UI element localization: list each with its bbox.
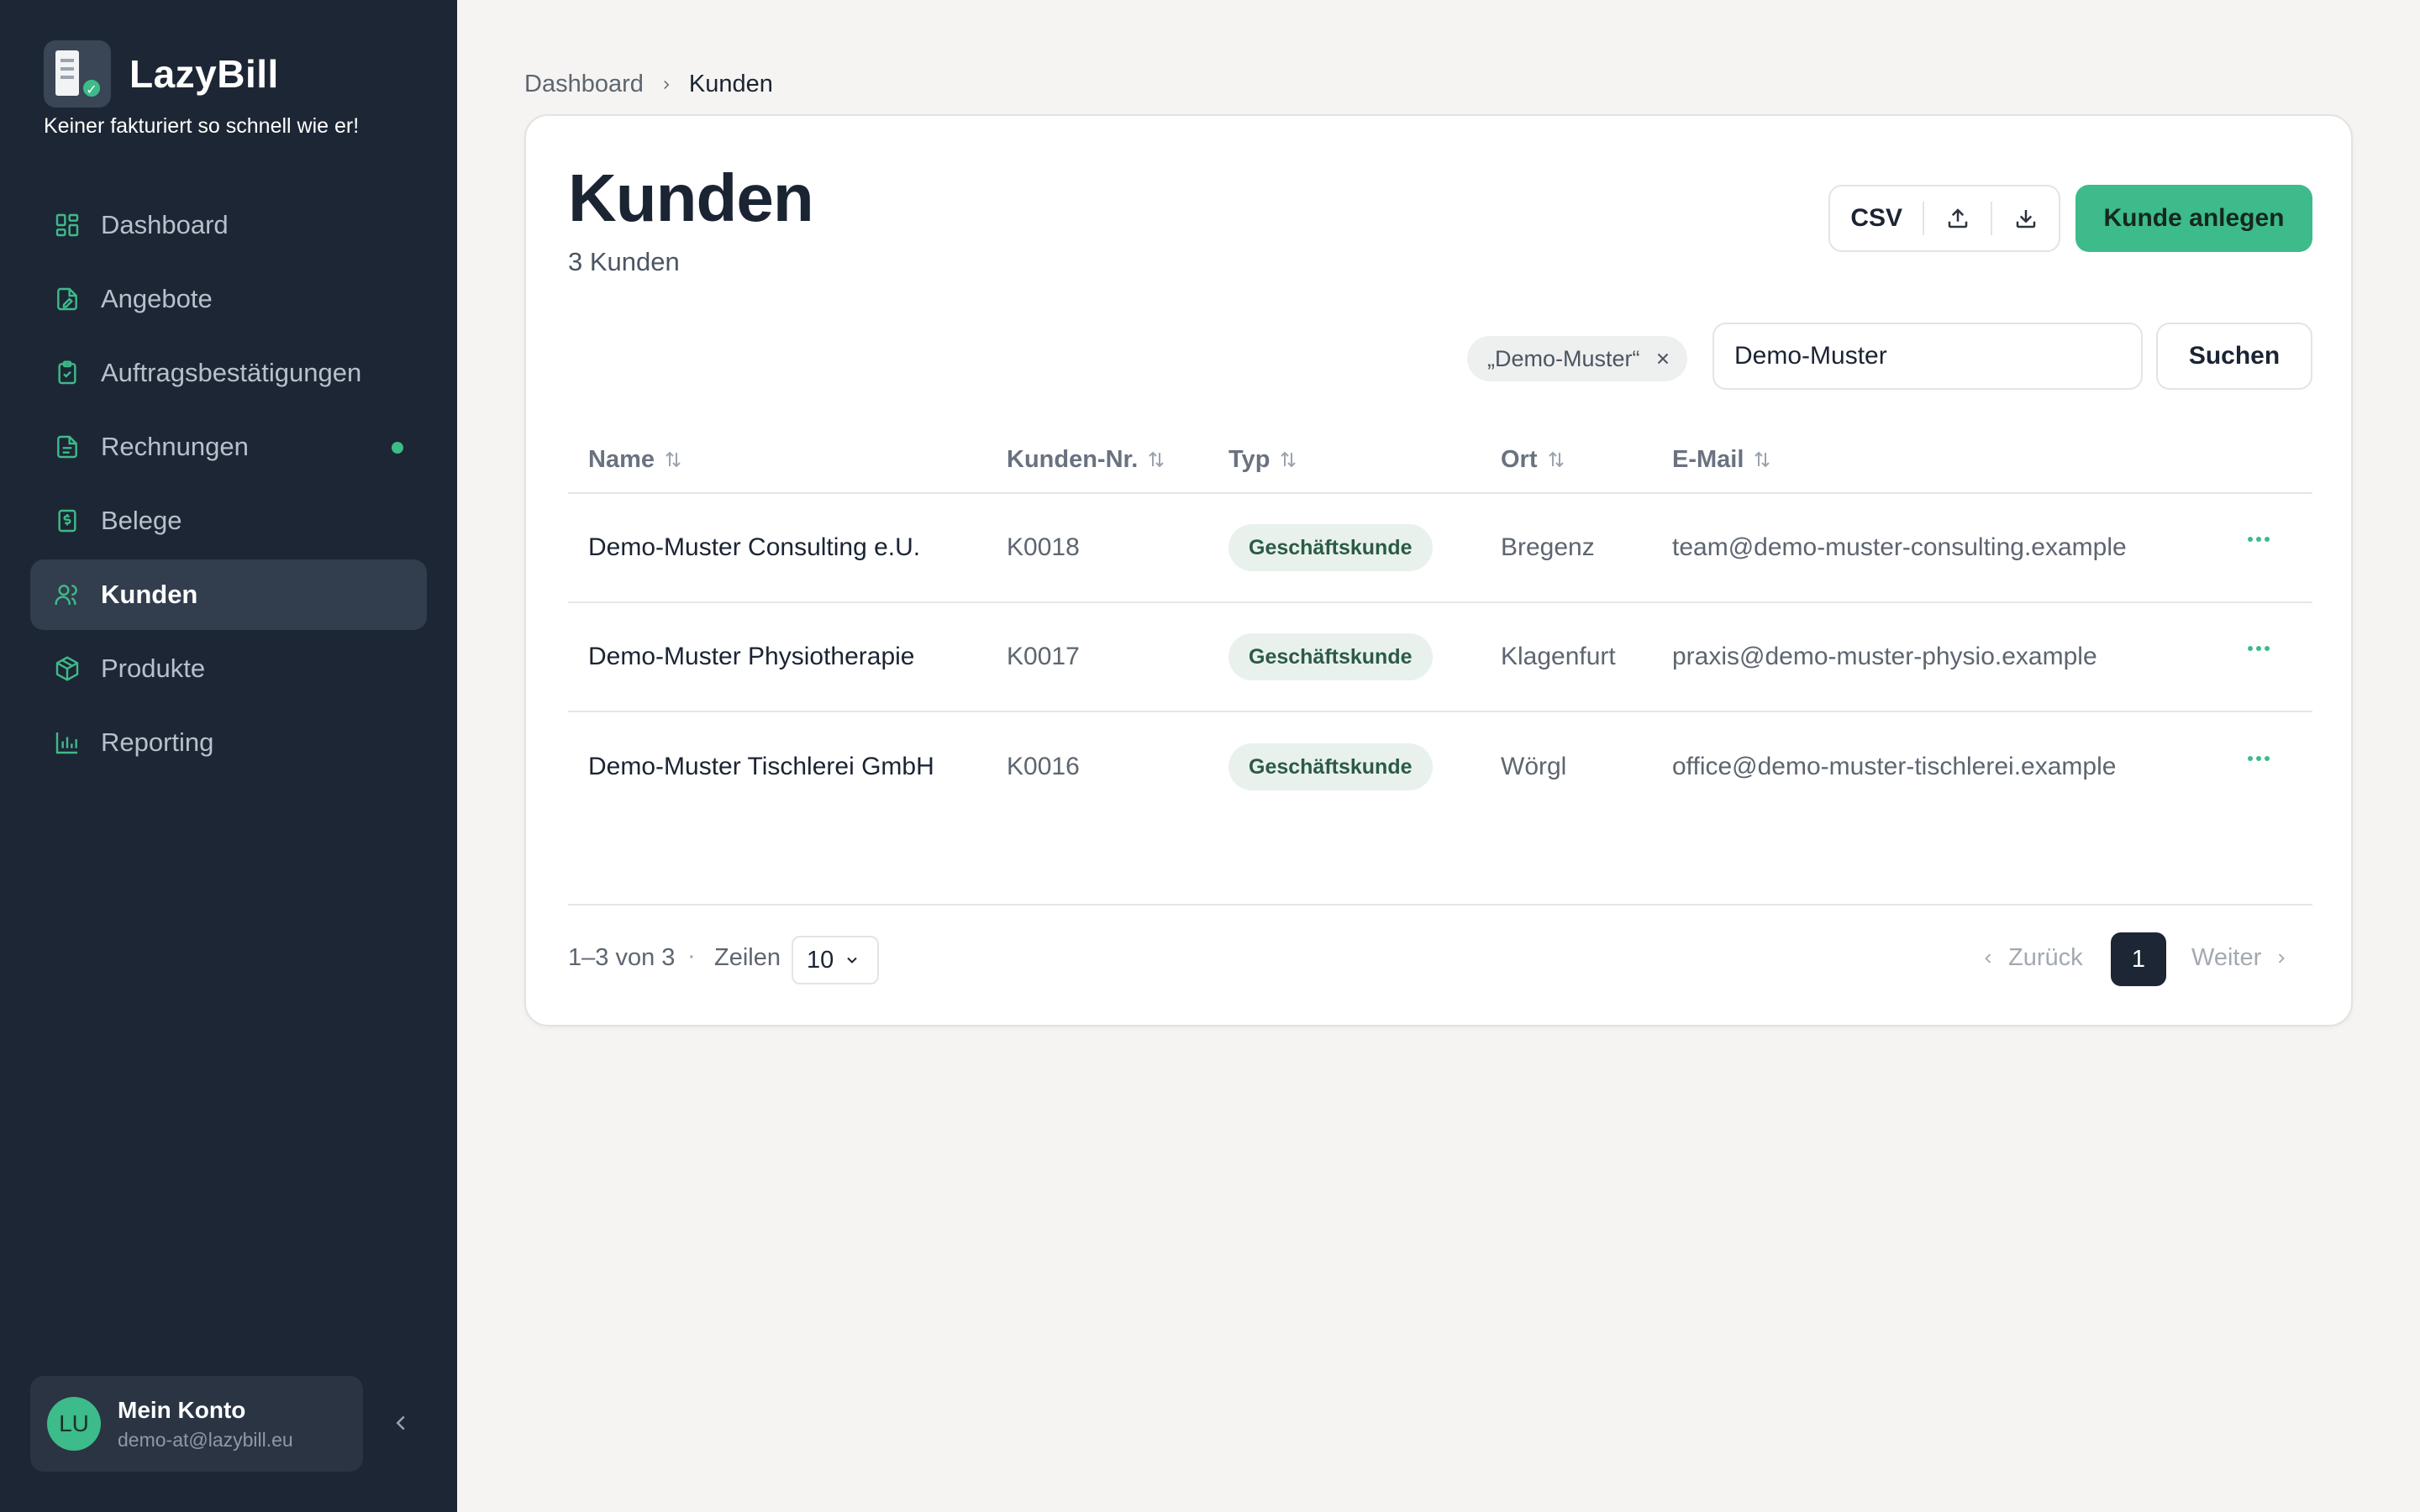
customer-city: Klagenfurt: [1501, 643, 1616, 670]
sort-icon: [1149, 451, 1164, 468]
brand[interactable]: ✓ LazyBill: [44, 40, 279, 108]
sidebar-item-label: Dashboard: [101, 210, 229, 239]
dashboard-icon: [54, 212, 81, 239]
avatar: LU: [47, 1397, 101, 1451]
customer-city: Wörgl: [1501, 753, 1567, 780]
package-icon: [54, 655, 81, 682]
account-email: demo-at@lazybill.eu: [118, 1428, 293, 1451]
sidebar-item-label: Reporting: [101, 727, 214, 757]
more-actions-icon[interactable]: [2242, 522, 2275, 556]
column-header-typ[interactable]: Typ: [1228, 446, 1298, 474]
active-filter-chip: „Demo-Muster“: [1467, 336, 1687, 381]
sort-icon: [1754, 451, 1770, 468]
customer-type-badge: Geschäftskunde: [1228, 524, 1433, 571]
brand-tagline: Keiner fakturiert so schnell wie er!: [44, 114, 360, 138]
customers-table: Name Kunden-Nr. Typ Ort E-Mail Demo-Must…: [568, 427, 2312, 822]
page-title: Kunden: [568, 160, 814, 235]
customer-type-badge: Geschäftskunde: [1228, 743, 1433, 790]
column-header-ort[interactable]: Ort: [1501, 446, 1566, 474]
sidebar-item-label: Auftragsbestätigungen: [101, 358, 362, 387]
sort-icon: [666, 451, 681, 468]
separator: ·: [687, 942, 696, 969]
more-actions-icon[interactable]: [2242, 742, 2275, 775]
customer-type-badge: Geschäftskunde: [1228, 633, 1433, 680]
account-name: Mein Konto: [118, 1396, 246, 1423]
rows-per-page-select[interactable]: 10: [792, 936, 879, 984]
sidebar: ✓ LazyBill Keiner fakturiert so schnell …: [0, 0, 457, 1512]
sidebar-item-auftragsbestaetigungen[interactable]: Auftragsbestätigungen: [30, 338, 427, 408]
customer-name[interactable]: Demo-Muster Consulting e.U.: [588, 533, 920, 562]
customer-name[interactable]: Demo-Muster Physiotherapie: [588, 643, 915, 671]
column-header-kunden-nr[interactable]: Kunden-Nr.: [1007, 446, 1166, 474]
receipt-icon: [54, 507, 81, 534]
filter-chip-label: „Demo-Muster“: [1487, 345, 1640, 371]
search-input[interactable]: [1712, 323, 2143, 390]
sort-icon: [1548, 451, 1564, 468]
sidebar-nav: Dashboard Angebote Auftragsbestätigungen…: [30, 190, 427, 781]
table-row[interactable]: Demo-Muster Consulting e.U. K0018 Geschä…: [568, 494, 2312, 603]
sidebar-item-label: Kunden: [101, 580, 198, 609]
collapse-sidebar-icon[interactable]: [388, 1408, 413, 1438]
chevron-down-icon: [847, 957, 857, 963]
rows-per-page-label: Zeilen: [714, 944, 781, 971]
bar-chart-icon: [54, 729, 81, 756]
download-icon[interactable]: [1992, 185, 2059, 252]
sidebar-item-label: Angebote: [101, 284, 213, 313]
quote-document-icon: [54, 286, 81, 312]
breadcrumb: Dashboard Kunden: [524, 71, 773, 98]
sidebar-item-label: Belege: [101, 506, 182, 535]
customers-card: Kunden 3 Kunden CSV Kunde anlegen „Demo-…: [524, 114, 2353, 1026]
sidebar-item-belege[interactable]: Belege: [30, 486, 427, 556]
sidebar-item-label: Rechnungen: [101, 432, 249, 461]
sidebar-item-produkte[interactable]: Produkte: [30, 633, 427, 704]
users-icon: [54, 581, 81, 608]
notification-dot: [392, 442, 403, 454]
brand-name: LazyBill: [129, 52, 279, 96]
customer-number: K0018: [1007, 533, 1080, 561]
customer-email: team@demo-muster-consulting.example: [1672, 533, 2127, 561]
csv-actions: CSV: [1828, 185, 2060, 252]
breadcrumb-dashboard-link[interactable]: Dashboard: [524, 71, 644, 98]
sidebar-item-rechnungen[interactable]: Rechnungen: [30, 412, 427, 482]
more-actions-icon[interactable]: [2242, 632, 2275, 665]
rows-per-page-value: 10: [807, 946, 834, 974]
sidebar-item-angebote[interactable]: Angebote: [30, 264, 427, 334]
table-row[interactable]: Demo-Muster Tischlerei GmbH K0016 Geschä…: [568, 712, 2312, 822]
table-row[interactable]: Demo-Muster Physiotherapie K0017 Geschäf…: [568, 603, 2312, 712]
invoice-icon: [54, 433, 81, 460]
sidebar-item-dashboard[interactable]: Dashboard: [30, 190, 427, 260]
csv-button[interactable]: CSV: [1830, 204, 1923, 233]
column-header-email[interactable]: E-Mail: [1672, 446, 1772, 474]
customer-number: K0016: [1007, 753, 1080, 780]
app-logo-icon: ✓: [44, 40, 111, 108]
account-menu[interactable]: LU Mein Konto demo-at@lazybill.eu: [30, 1376, 363, 1472]
search-button[interactable]: Suchen: [2156, 323, 2312, 390]
pagination-bar: 1–3 von 3 · Zeilen 10 Zurück 1 Weiter: [568, 904, 2312, 990]
column-header-name[interactable]: Name: [588, 446, 683, 474]
chevron-right-icon: [2279, 953, 2286, 963]
pagination-range: 1–3 von 3: [568, 944, 676, 971]
previous-page-button[interactable]: Zurück: [1980, 944, 2083, 972]
close-icon[interactable]: [1654, 349, 1672, 368]
sidebar-item-kunden[interactable]: Kunden: [30, 559, 427, 630]
sidebar-item-reporting[interactable]: Reporting: [30, 707, 427, 778]
breadcrumb-current: Kunden: [688, 71, 773, 97]
page-number-current[interactable]: 1: [2111, 932, 2166, 986]
customer-email: praxis@demo-muster-physio.example: [1672, 643, 2097, 670]
sort-icon: [1281, 451, 1297, 468]
customer-city: Bregenz: [1501, 533, 1595, 561]
customer-count: 3 Kunden: [568, 247, 680, 276]
customer-name[interactable]: Demo-Muster Tischlerei GmbH: [588, 753, 934, 781]
next-page-button[interactable]: Weiter: [2191, 944, 2290, 972]
customer-number: K0017: [1007, 643, 1080, 670]
table-header: Name Kunden-Nr. Typ Ort E-Mail: [568, 427, 2312, 494]
chevron-left-icon: [1985, 953, 1991, 963]
chevron-right-icon: [664, 80, 670, 89]
clipboard-check-icon: [54, 360, 81, 386]
upload-icon[interactable]: [1924, 185, 1991, 252]
customer-email: office@demo-muster-tischlerei.example: [1672, 753, 2117, 780]
create-customer-button[interactable]: Kunde anlegen: [2075, 185, 2312, 252]
sidebar-item-label: Produkte: [101, 654, 206, 683]
